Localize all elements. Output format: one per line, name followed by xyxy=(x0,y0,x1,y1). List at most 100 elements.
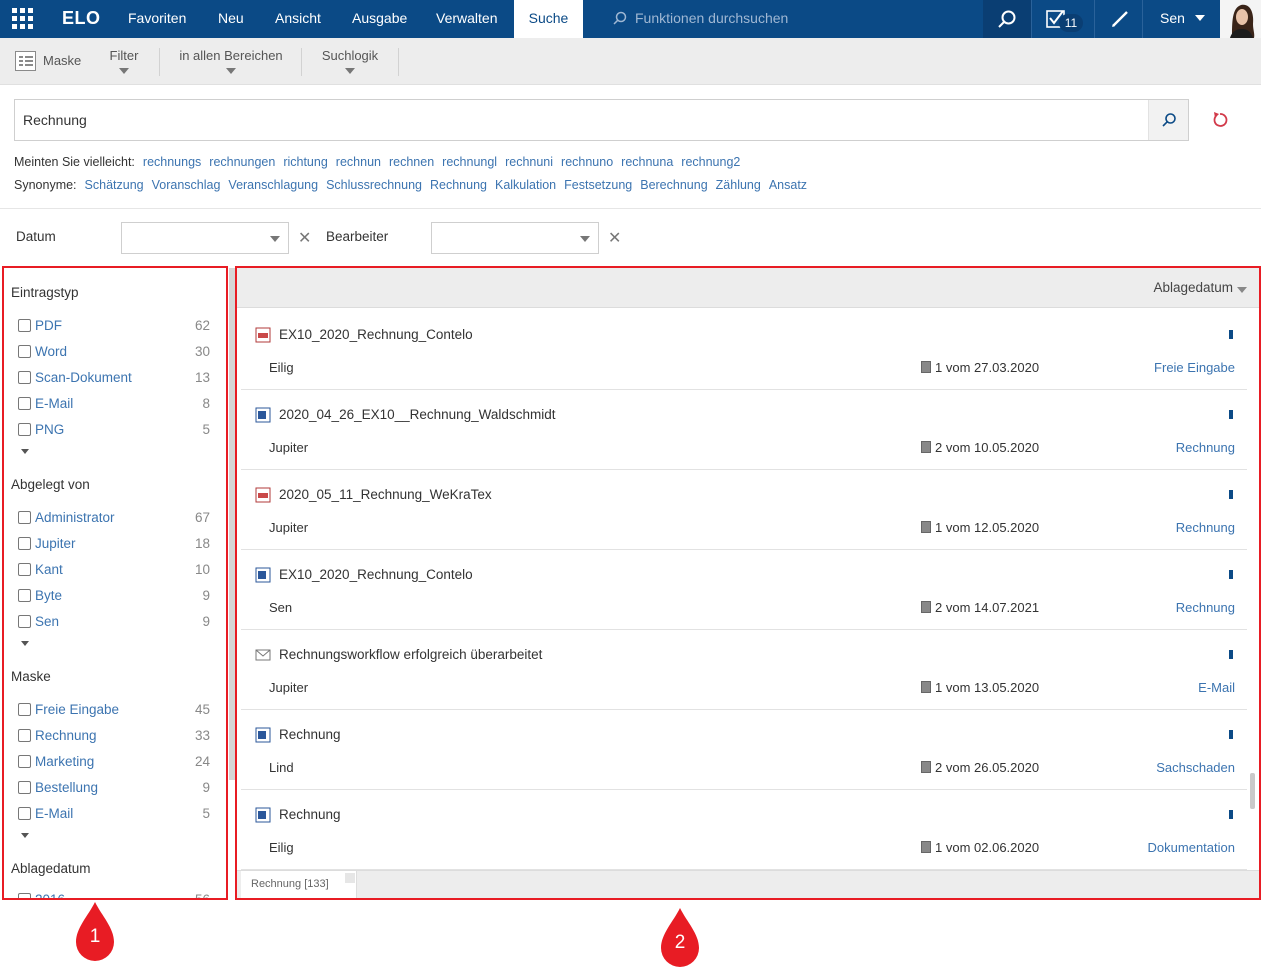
menu-ausgabe[interactable]: Ausgabe xyxy=(352,10,407,26)
checkbox[interactable] xyxy=(18,589,31,602)
facet-item[interactable]: Kant 10 xyxy=(18,562,210,582)
suggestion-link[interactable]: rechnungen xyxy=(209,155,275,169)
suggestion-link[interactable]: rechnuni xyxy=(505,155,553,169)
facet-item[interactable]: Bestellung 9 xyxy=(18,780,210,800)
scope-dropdown[interactable]: in allen Bereichen xyxy=(176,48,286,74)
expand-more-icon[interactable] xyxy=(21,833,29,838)
synonym-link[interactable]: Kalkulation xyxy=(495,178,556,192)
pen-icon[interactable] xyxy=(1110,9,1130,29)
expand-more-icon[interactable] xyxy=(21,641,29,646)
synonym-link[interactable]: Berechnung xyxy=(640,178,707,192)
clear-editor-filter-icon[interactable]: ✕ xyxy=(608,228,621,248)
app-grid-icon[interactable] xyxy=(12,8,34,30)
result-row[interactable]: Rechnung Eilig 1 vom 02.06.2020 Dokument… xyxy=(241,790,1247,870)
search-input[interactable] xyxy=(15,100,1148,140)
synonym-link[interactable]: Voranschlag xyxy=(152,178,221,192)
facet-item[interactable]: Marketing 24 xyxy=(18,754,210,774)
tab-suche[interactable]: Suche xyxy=(514,0,583,38)
filter-dropdown[interactable]: Filter xyxy=(105,48,143,74)
menu-neu[interactable]: Neu xyxy=(218,10,244,26)
result-mask[interactable]: Dokumentation xyxy=(1148,840,1235,855)
menu-verwalten[interactable]: Verwalten xyxy=(436,10,497,26)
result-row[interactable]: 2020_05_11_Rechnung_WeKraTex Jupiter 1 v… xyxy=(241,470,1247,550)
facet-item[interactable]: PDF 62 xyxy=(18,318,210,338)
result-name[interactable]: Rechnung xyxy=(279,727,341,742)
reset-search-icon[interactable] xyxy=(1208,108,1232,132)
result-name[interactable]: EX10_2020_Rechnung_Contelo xyxy=(279,327,473,342)
results-scrollbar[interactable] xyxy=(1250,773,1255,809)
facet-item[interactable]: Byte 9 xyxy=(18,588,210,608)
result-tab[interactable]: Rechnung [133] xyxy=(241,871,357,898)
search-button-top[interactable] xyxy=(983,0,1031,38)
facet-item[interactable]: Administrator 67 xyxy=(18,510,210,530)
function-search-field[interactable]: Funktionen durchsuchen xyxy=(583,0,983,38)
result-name[interactable]: EX10_2020_Rechnung_Contelo xyxy=(279,567,473,582)
result-name[interactable]: Rechnung xyxy=(279,807,341,822)
checkbox[interactable] xyxy=(18,345,31,358)
sort-label[interactable]: Ablagedatum xyxy=(1153,280,1233,295)
facet-item[interactable]: 2016 56 xyxy=(18,892,210,898)
checkbox[interactable] xyxy=(18,615,31,628)
result-row[interactable]: Rechnung Lind 2 vom 26.05.2020 Sachschad… xyxy=(241,710,1247,790)
checkbox[interactable] xyxy=(18,729,31,742)
facet-item[interactable]: E-Mail 8 xyxy=(18,396,210,416)
menu-favoriten[interactable]: Favoriten xyxy=(128,10,186,26)
user-menu[interactable]: Sen xyxy=(1160,10,1205,26)
synonym-link[interactable]: Schlussrechnung xyxy=(326,178,422,192)
clear-date-filter-icon[interactable]: ✕ xyxy=(298,228,311,248)
search-logic-dropdown[interactable]: Suchlogik xyxy=(318,48,382,74)
checkbox[interactable] xyxy=(18,563,31,576)
result-mask[interactable]: Freie Eingabe xyxy=(1154,360,1235,375)
synonym-link[interactable]: Veranschlagung xyxy=(228,178,318,192)
result-mask[interactable]: Rechnung xyxy=(1176,440,1235,455)
checkbox[interactable] xyxy=(18,755,31,768)
checkbox[interactable] xyxy=(18,537,31,550)
editor-filter-select[interactable] xyxy=(431,222,599,254)
mask-icon[interactable] xyxy=(15,51,36,71)
close-tab-icon[interactable] xyxy=(345,873,355,883)
suggestion-link[interactable]: rechnen xyxy=(389,155,434,169)
suggestion-link[interactable]: rechnun xyxy=(336,155,381,169)
synonym-link[interactable]: Festsetzung xyxy=(564,178,632,192)
date-filter-select[interactable] xyxy=(121,222,289,254)
result-mask[interactable]: E-Mail xyxy=(1198,680,1235,695)
checkbox[interactable] xyxy=(18,397,31,410)
result-name[interactable]: 2020_04_26_EX10__Rechnung_Waldschmidt xyxy=(279,407,555,422)
mask-button[interactable]: Maske xyxy=(43,53,81,68)
result-row[interactable]: 2020_04_26_EX10__Rechnung_Waldschmidt Ju… xyxy=(241,390,1247,470)
checkbox[interactable] xyxy=(18,319,31,332)
synonym-link[interactable]: Ansatz xyxy=(769,178,807,192)
suggestion-link[interactable]: rechnuna xyxy=(621,155,673,169)
checkbox[interactable] xyxy=(18,807,31,820)
search-submit-button[interactable] xyxy=(1148,100,1188,140)
result-row[interactable]: EX10_2020_Rechnung_Contelo Eilig 1 vom 2… xyxy=(241,310,1247,390)
facet-item[interactable]: Freie Eingabe 45 xyxy=(18,702,210,722)
result-name[interactable]: 2020_05_11_Rechnung_WeKraTex xyxy=(279,487,492,502)
avatar[interactable] xyxy=(1220,0,1261,38)
suggestion-link[interactable]: rechnungl xyxy=(442,155,497,169)
result-mask[interactable]: Rechnung xyxy=(1176,520,1235,535)
facet-item[interactable]: Jupiter 18 xyxy=(18,536,210,556)
facet-item[interactable]: Sen 9 xyxy=(18,614,210,634)
chevron-down-icon[interactable] xyxy=(1237,287,1247,293)
result-mask[interactable]: Rechnung xyxy=(1176,600,1235,615)
facet-item[interactable]: E-Mail 5 xyxy=(18,806,210,826)
checkbox[interactable] xyxy=(18,423,31,436)
facet-item[interactable]: Rechnung 33 xyxy=(18,728,210,748)
checkbox[interactable] xyxy=(18,371,31,384)
tasks-button[interactable]: 11 xyxy=(1032,0,1094,38)
suggestion-link[interactable]: rechnungs xyxy=(143,155,201,169)
checkbox[interactable] xyxy=(18,703,31,716)
synonym-link[interactable]: Schätzung xyxy=(85,178,144,192)
result-row[interactable]: EX10_2020_Rechnung_Contelo Sen 2 vom 14.… xyxy=(241,550,1247,630)
checkbox[interactable] xyxy=(18,781,31,794)
facet-item[interactable]: Scan-Dokument 13 xyxy=(18,370,210,390)
result-row[interactable]: Rechnungsworkflow erfolgreich überarbeit… xyxy=(241,630,1247,710)
facet-item[interactable]: PNG 5 xyxy=(18,422,210,442)
synonym-link[interactable]: Zählung xyxy=(716,178,761,192)
result-mask[interactable]: Sachschaden xyxy=(1156,760,1235,775)
checkbox[interactable] xyxy=(18,511,31,524)
synonym-link[interactable]: Rechnung xyxy=(430,178,487,192)
facet-item[interactable]: Word 30 xyxy=(18,344,210,364)
expand-more-icon[interactable] xyxy=(21,449,29,454)
